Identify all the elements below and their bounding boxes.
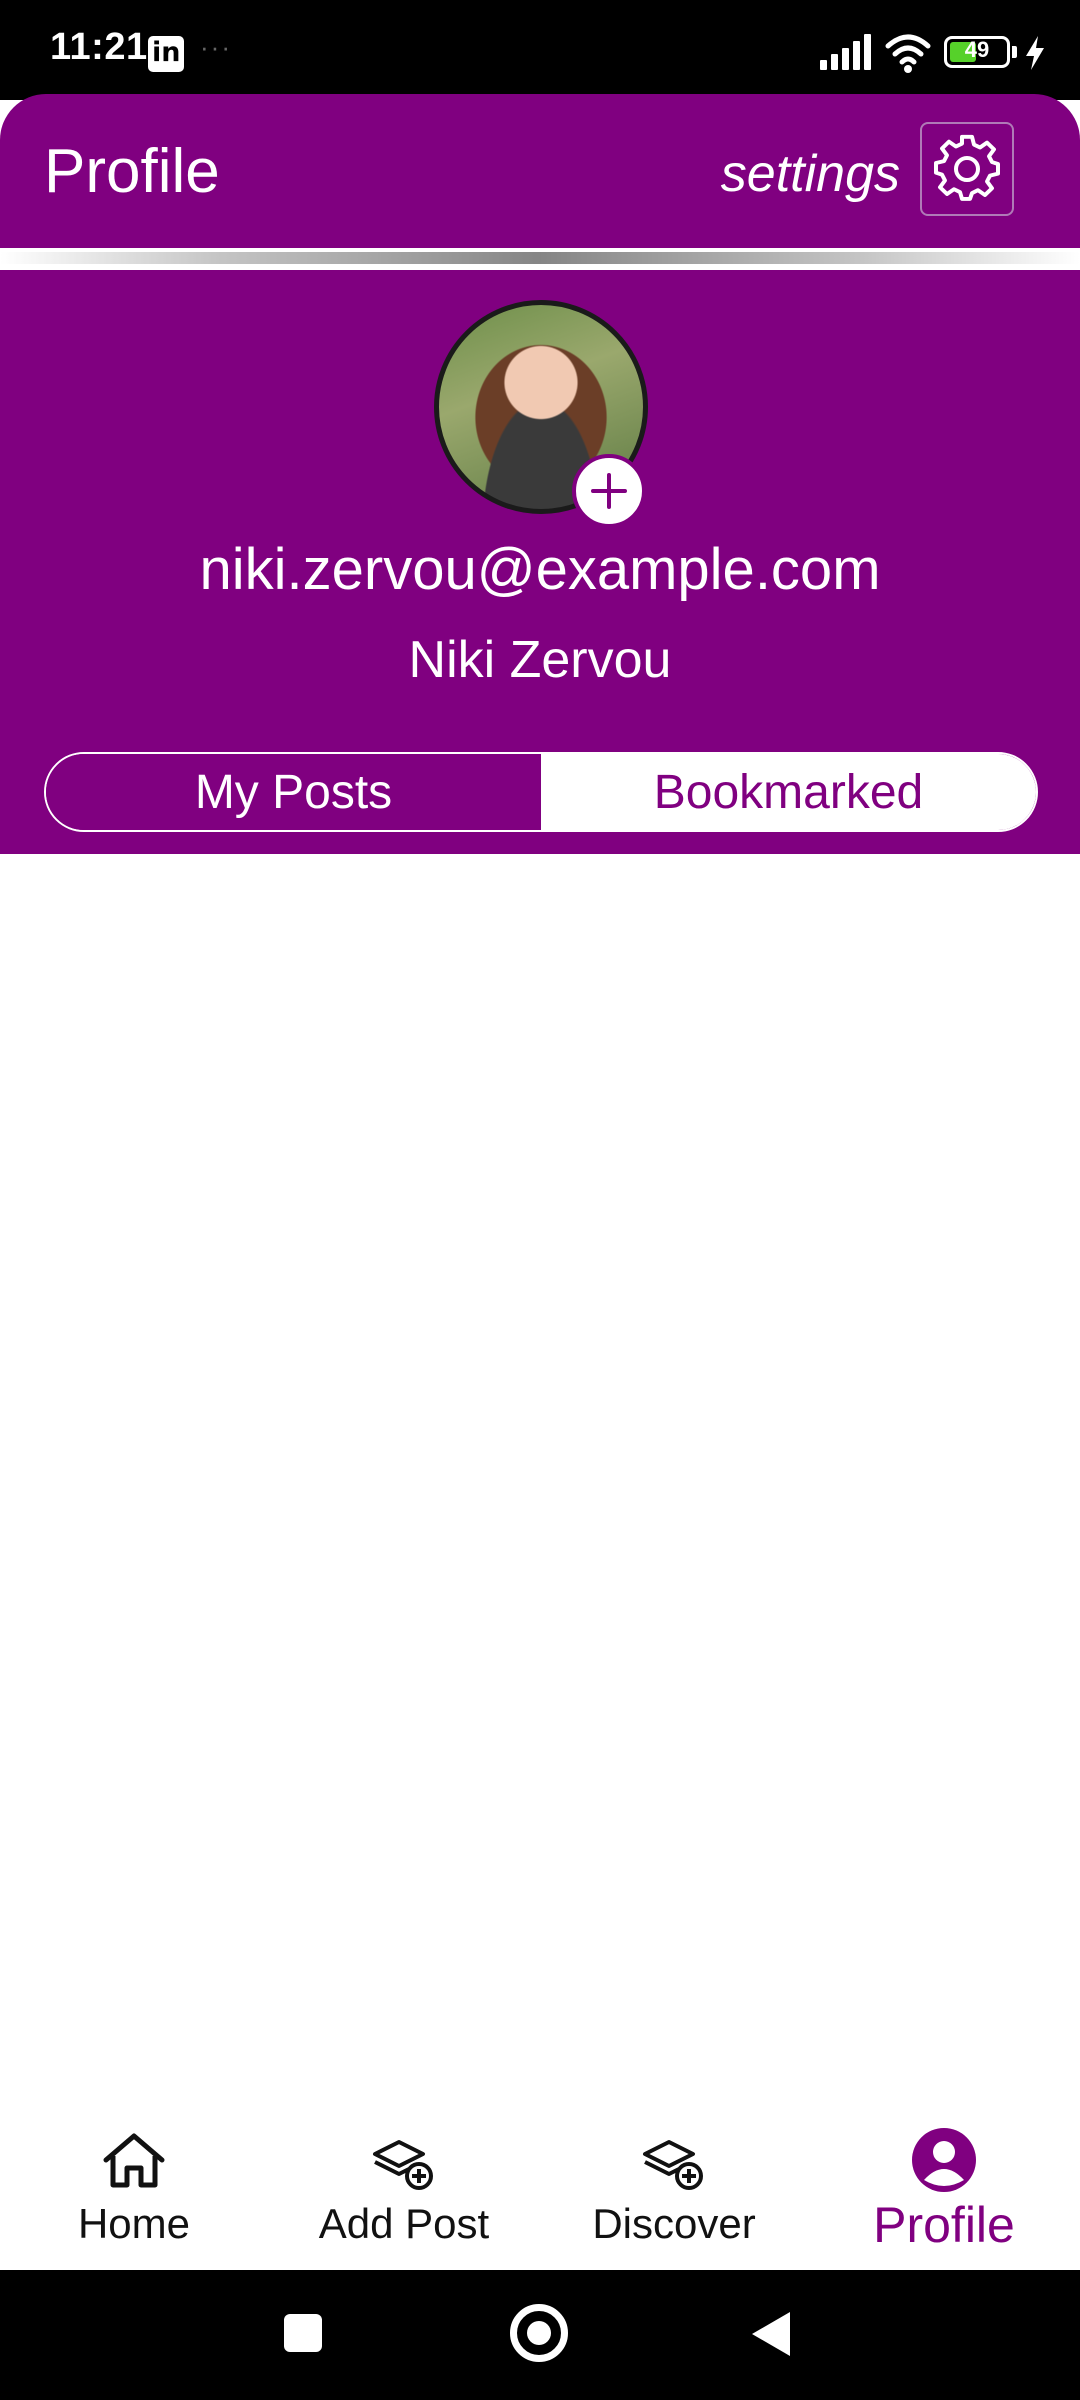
system-navigation-bar <box>0 2270 1080 2400</box>
settings-link[interactable]: settings <box>721 144 900 204</box>
home-dot <box>527 2321 551 2345</box>
page-title: Profile <box>44 137 220 206</box>
linkedin-icon-text: in <box>152 37 181 68</box>
profile-icon <box>912 2128 976 2192</box>
nav-item-discover[interactable]: Discover <box>559 2108 789 2270</box>
nav-item-home[interactable]: Home <box>19 2108 249 2270</box>
home-icon <box>103 2133 165 2188</box>
add-photo-button[interactable] <box>572 454 646 528</box>
posts-tabs: My Posts Bookmarked <box>44 752 1038 832</box>
posts-content-area <box>0 854 1080 2108</box>
charging-icon <box>1026 36 1044 70</box>
back-button[interactable] <box>752 2312 790 2356</box>
nav-item-add-post[interactable]: Add Post <box>289 2108 519 2270</box>
header-shadow <box>0 252 1080 264</box>
user-name: Niki Zervou <box>408 631 672 689</box>
notification-dots: ··· <box>200 32 232 62</box>
bottom-navigation: Home Add Post Discover Profile <box>0 2108 1080 2270</box>
status-bar: 11:21 in ··· 49 <box>0 0 1080 100</box>
battery-level: 49 <box>964 37 990 62</box>
system-home-button[interactable] <box>510 2304 568 2362</box>
nav-item-profile[interactable]: Profile <box>829 2108 1059 2270</box>
user-email: niki.zervou@example.com <box>199 537 881 602</box>
settings-button[interactable] <box>920 122 1014 216</box>
add-post-icon <box>373 2140 433 2190</box>
linkedin-icon: in <box>148 36 184 72</box>
nav-label-discover: Discover <box>592 2200 756 2247</box>
recent-apps-button[interactable] <box>284 2314 322 2352</box>
tab-my-posts[interactable]: My Posts <box>46 754 541 830</box>
battery-icon: 49 <box>944 36 1010 68</box>
status-time: 11:21 <box>50 26 148 68</box>
plus-icon <box>591 473 627 509</box>
profile-panel: niki.zervou@example.com Niki Zervou My P… <box>0 270 1080 854</box>
wifi-icon <box>885 34 931 73</box>
nav-label-home: Home <box>77 2200 191 2247</box>
gear-icon <box>934 134 1000 201</box>
nav-label-profile: Profile <box>873 2197 1015 2253</box>
status-indicators: 49 <box>820 30 1060 74</box>
tab-bookmarked[interactable]: Bookmarked <box>541 754 1036 830</box>
battery-cap <box>1012 46 1017 58</box>
app-header: Profile settings <box>0 94 1080 248</box>
nav-label-add-post: Add Post <box>318 2200 490 2247</box>
discover-icon <box>643 2140 703 2190</box>
